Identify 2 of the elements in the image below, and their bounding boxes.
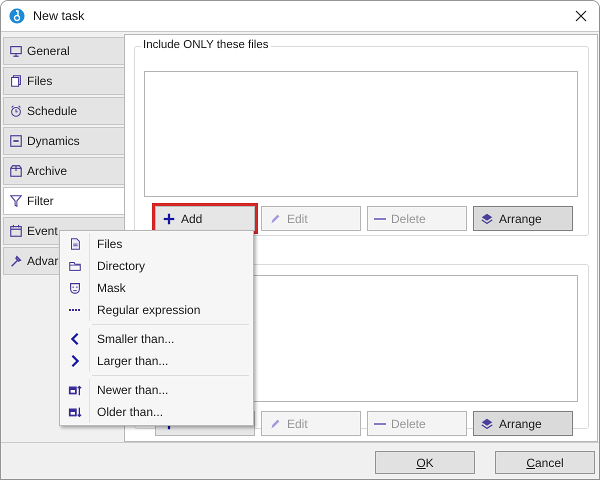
window-title: New task bbox=[33, 9, 84, 23]
group-title: Include ONLY these files bbox=[141, 39, 271, 51]
